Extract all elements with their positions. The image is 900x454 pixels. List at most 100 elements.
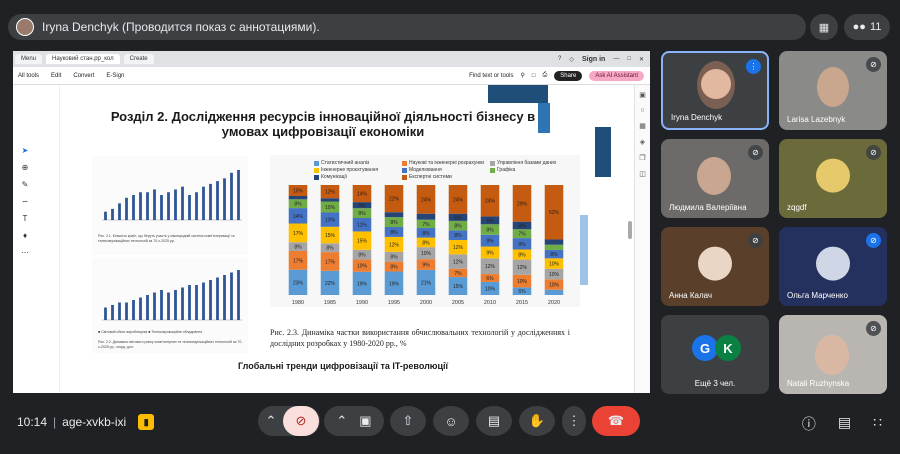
more-icon[interactable]: ⋯ [21,248,29,257]
bar [139,192,142,220]
sign-in-link[interactable]: Sign in [582,56,605,63]
notification-icon[interactable]: ◇ [569,56,574,63]
bar [181,287,184,320]
chat-icon[interactable]: ▤ [838,414,851,434]
cursor-icon[interactable]: ➤ [22,146,29,155]
data-label: 8% [422,240,430,246]
emoji-button[interactable]: ☺ [433,406,469,436]
minimize-icon[interactable]: — [613,56,619,62]
mic-options-chevron-icon[interactable]: ⌃ [259,413,283,429]
stamp-icon[interactable]: ♦ [23,231,27,240]
menu-esign[interactable]: E-Sign [106,73,124,79]
data-label: 8% [486,228,494,234]
participant-name: Larisa Lazebnyk [787,115,846,124]
participant-tile[interactable]: ⋮ Iryna Denchyk [661,51,769,130]
bar [223,275,226,320]
activities-icon[interactable]: ▮ [138,414,155,430]
print-icon[interactable]: ⎙ [542,72,547,79]
ai-assistant-button[interactable]: Ask AI Assistant [589,70,644,81]
participant-tile[interactable]: ⊘ Natali Ruzhynska [779,315,887,394]
stacked-bar-segment [320,198,340,202]
participant-tile[interactable]: ⊘ zqgdf [779,139,887,218]
close-icon[interactable]: ✕ [639,56,644,63]
camera-button[interactable]: ▣ [359,413,371,429]
raise-hand-button[interactable]: ✋ [519,406,555,436]
figure-2-2: ■ Світовий обсяг виробництва ■ Телекомун… [92,258,248,353]
comment-icon[interactable]: ○ [640,107,644,114]
text-icon[interactable]: T [23,214,28,223]
maximize-icon[interactable]: □ [627,56,631,62]
no-video-icon[interactable]: ▦ [810,14,838,40]
data-label: 10% [549,272,560,278]
copy-icon[interactable]: ❐ [639,154,645,162]
data-label: 22% [389,197,400,203]
present-button[interactable]: ⇧ [390,406,426,436]
participant-tile[interactable]: ⊘ Larisa Lazebnyk [779,51,887,130]
speaking-indicator-icon: ⋮ [746,59,761,74]
zoom-icon[interactable]: ⊕ [22,163,29,172]
save-icon[interactable]: □ [532,73,536,79]
mic-off-button[interactable]: ⊘ [283,406,319,436]
captions-button[interactable]: ▤ [476,406,512,436]
bar [146,192,149,220]
clock-time: 10:14 [17,415,48,429]
bar [153,292,156,320]
bar [104,211,107,220]
data-label: 22% [325,281,336,287]
apps-grid-icon[interactable]: ∷ [873,414,882,434]
participant-tile[interactable]: ⊘ Анна Калач [661,227,769,306]
more-participants-tile[interactable]: G K Ещё 3 чел. [661,315,769,394]
help-icon[interactable]: ? [558,56,561,62]
video-face [815,335,849,375]
data-label: 10% [325,205,336,211]
bookmark-icon[interactable]: ▣ [639,91,646,99]
stacked-bar-segment [416,213,436,220]
bar [181,186,184,220]
video-face [697,157,731,195]
presenter-bar: Iryna Denchyk (Проводится показ с аннота… [8,14,806,40]
data-label: 8% [294,245,302,251]
avatar: K [715,335,741,361]
menu-all-tools[interactable]: All tools [18,73,39,79]
bar [188,285,191,320]
people-button[interactable]: ●● 11 [844,14,890,40]
pages-icon[interactable]: ▦ [639,122,646,130]
bar [125,302,128,320]
data-label: 12% [453,245,464,251]
data-label: 17% [293,258,304,264]
attach-icon[interactable]: ◈ [640,138,645,146]
layers-icon[interactable]: ◫ [639,170,646,178]
stacked-bar-segment [544,244,564,250]
data-label: 7% [454,271,462,277]
bar [118,302,121,320]
more-options-button[interactable]: ⋮ [562,406,586,436]
menu-edit[interactable]: Edit [51,73,61,79]
menu-convert[interactable]: Convert [73,73,94,79]
info-icon[interactable]: ⓘ [802,414,816,434]
camera-options-chevron-icon[interactable]: ⌃ [336,413,347,429]
data-label: 15% [357,239,368,245]
mic-control: ⌃ ⊘ [258,406,320,436]
figure-2-1-chart [102,170,242,221]
data-label: 9% [486,239,494,245]
mic-off-icon: ⊘ [748,233,763,248]
participant-name: Людмила Валеріївна [669,203,747,212]
shared-screen: Menu Науковий стан.рр_кол Create ? ◇ Sig… [13,51,650,393]
bar [202,186,205,220]
leave-call-button[interactable]: ☎ [592,406,640,436]
highlight-icon[interactable]: ∽ [22,197,29,206]
tab-create[interactable]: Create [123,54,154,64]
data-label: 6% [518,289,526,295]
participant-tile[interactable]: ⊘ Ольга Марченко [779,227,887,306]
find-tools[interactable]: Find text or tools [469,73,513,79]
search-icon[interactable]: ⚲ [520,72,524,79]
participant-tile[interactable]: ⊘ Людмила Валеріївна [661,139,769,218]
mic-group: ⌃ ⊘ [258,406,320,436]
scrollbar-thumb[interactable] [628,221,632,239]
figure-2-3: Статистичний аналіз Наукові та інженерні … [270,155,580,307]
share-button[interactable]: Share [554,70,583,81]
tab-document[interactable]: Науковий стан.рр_кол [46,54,120,64]
participant-name: Iryna Denchyk [671,113,723,122]
pen-icon[interactable]: ✎ [22,180,29,189]
tab-menu[interactable]: Menu [15,54,43,64]
